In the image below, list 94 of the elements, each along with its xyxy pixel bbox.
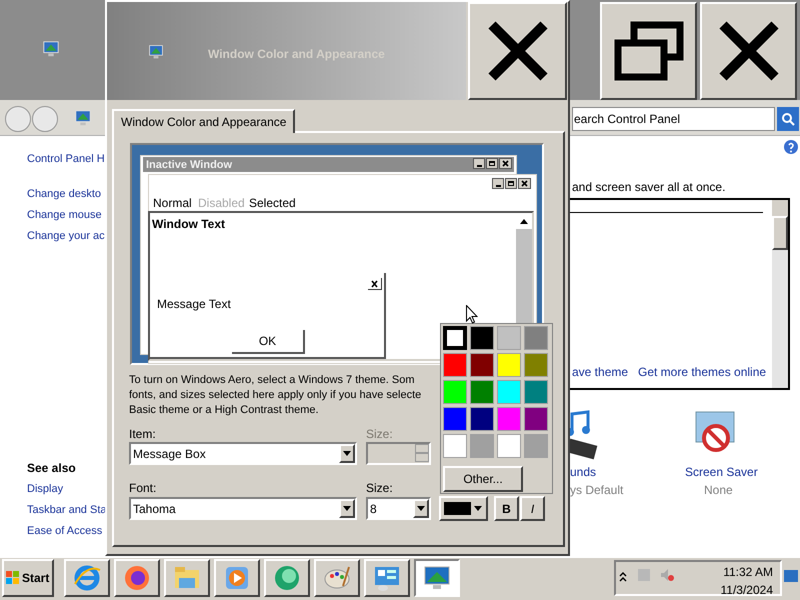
close-icon [716,19,780,83]
color-swatch[interactable] [497,407,521,431]
color-swatch[interactable] [443,434,467,458]
field-label: Font: [129,480,156,497]
color-swatch[interactable] [524,326,548,350]
field-label: Item: [129,426,156,443]
field-label: Size: [366,480,393,497]
color-swatch[interactable] [497,434,521,458]
monitor-icon [42,40,60,58]
caret-icon [343,451,351,456]
fox-globe-icon [123,564,151,592]
ok-button[interactable]: OK [232,330,305,354]
color-swatch[interactable] [470,380,494,404]
nav-link[interactable]: Control Panel H [27,151,105,168]
nav-link[interactable]: Change mouse [27,207,102,224]
caret-icon [474,506,482,511]
see-also-link[interactable]: Display [27,481,64,498]
minimize-icon [473,158,485,169]
close-button[interactable] [468,2,567,100]
setting-value: ys Default [570,482,624,499]
close-icon [486,19,550,83]
help-icon[interactable] [783,139,799,155]
maximize-icon [486,158,498,169]
search-button[interactable] [777,107,799,131]
message-text: Message Text [157,296,231,313]
size-dropdown[interactable]: 8 [366,497,431,520]
description-line: Basic theme or a High Contrast theme. [129,403,319,418]
caret-icon [343,506,351,511]
color-swatch[interactable] [470,353,494,377]
search-icon [781,112,795,126]
color-button[interactable] [439,496,488,521]
clock-time: 11:32 AM [722,564,773,581]
search-field[interactable]: earch Control Panel [572,107,775,131]
setting-value: None [704,482,733,499]
item-dropdown[interactable]: Message Box [129,442,357,465]
monitor-icon [148,44,164,60]
browser-icon [73,564,101,592]
nav-link[interactable]: Change your ac [27,228,105,244]
description-text: and screen saver all at once. [572,179,726,196]
other-button[interactable]: Other... [443,466,523,492]
restore-button[interactable] [600,2,697,100]
control-panel-icon [373,564,401,592]
play-icon [223,564,251,592]
inactive-window-title: Inactive Window [146,158,232,173]
color-swatch[interactable] [524,353,548,377]
close-icon [518,178,531,189]
restore-icon [614,21,684,81]
scrollbar[interactable] [772,200,788,388]
color-swatch[interactable] [470,407,494,431]
theme-link[interactable]: ave theme [572,363,628,381]
maximize-icon [505,178,517,189]
section-heading: See also [27,460,76,477]
speaker-icon[interactable] [660,568,674,582]
clock-date: 11/3/2024 [720,582,773,599]
color-swatch[interactable] [524,434,548,458]
color-swatch[interactable] [470,434,494,458]
tab[interactable]: Window Color and Appearance [112,109,296,133]
minimize-icon [492,178,504,189]
font-dropdown[interactable]: Tahoma [129,497,357,520]
color-swatch[interactable] [443,353,467,377]
theme-link[interactable]: Get more themes online [638,363,766,381]
close-icon [499,158,512,169]
chevron-up-icon[interactable] [619,572,627,582]
menu-item[interactable]: Normal [153,194,192,212]
see-also-link[interactable]: Ease of Access [27,523,102,540]
start-button[interactable]: Start [2,559,54,597]
color-swatch[interactable] [497,380,521,404]
color-swatch[interactable] [443,407,467,431]
italic-button[interactable]: I [520,496,545,521]
description-line: To turn on Windows Aero, select a Windows 7 theme. Som [129,373,415,388]
color-swatch[interactable] [443,326,467,350]
bold-button[interactable]: B [494,496,519,521]
color-swatch[interactable] [524,407,548,431]
mouse-cursor-icon [466,305,478,324]
chat-bubble-icon [273,564,301,592]
menu-item[interactable]: Selected [249,194,296,212]
color-swatch[interactable] [443,380,467,404]
color-swatch[interactable] [497,326,521,350]
arrow-up-icon [520,218,528,224]
windows-logo-icon [6,571,20,585]
color-swatch[interactable] [524,380,548,404]
field-label: Size: [366,426,393,443]
description-line: fonts, and sizes selected here apply only if you have selecte [129,388,422,403]
monitor-icon [74,109,92,127]
window-text: Window Text [152,216,225,233]
monitor-icon [423,564,451,592]
color-swatch[interactable] [470,326,494,350]
taskbar-button[interactable] [414,559,460,597]
nav-link[interactable]: Change deskto [27,186,101,202]
color-swatch[interactable] [497,353,521,377]
personalize-link[interactable]: Screen Saver [685,463,758,481]
caret-icon [417,506,425,511]
personalize-link[interactable]: unds [570,463,596,481]
close-button[interactable] [700,2,797,100]
